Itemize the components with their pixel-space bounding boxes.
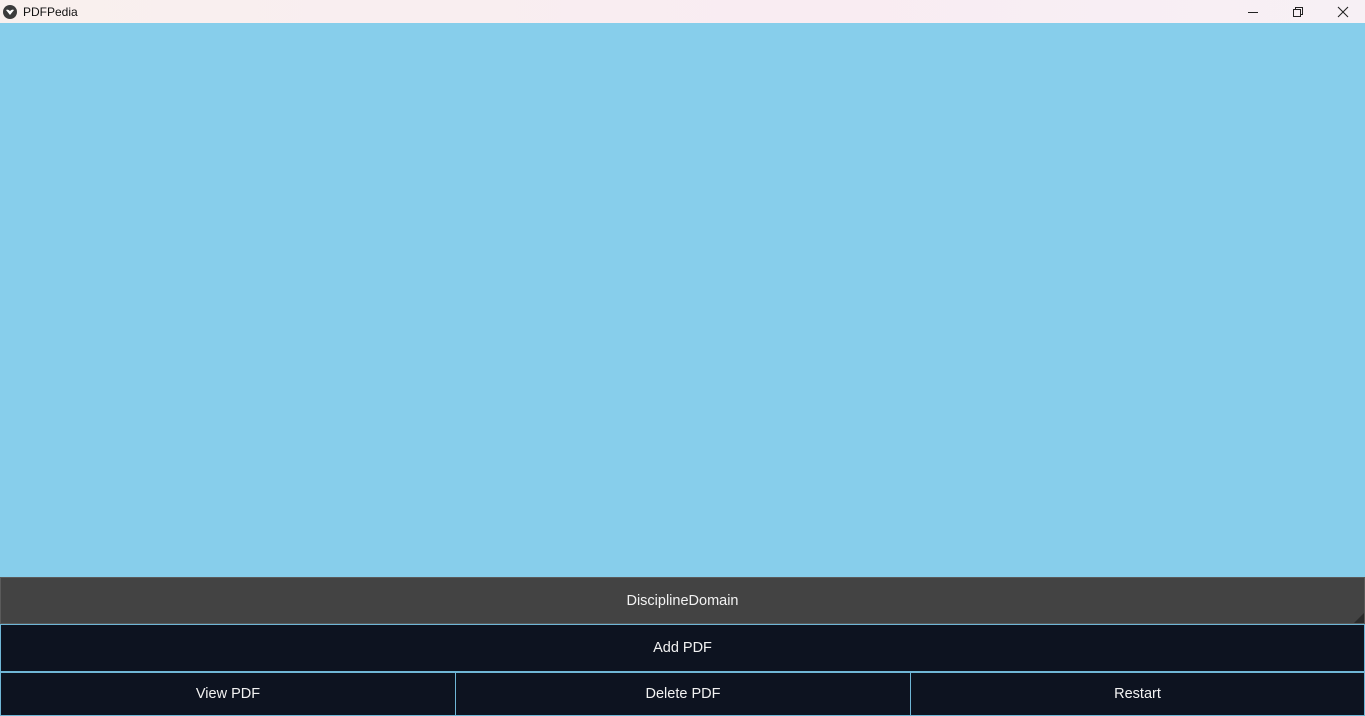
view-pdf-label: View PDF — [195, 686, 261, 702]
title-bar[interactable]: PDFPedia — [0, 0, 1365, 23]
close-button[interactable] — [1320, 0, 1365, 23]
app-logo-icon — [3, 4, 17, 19]
dropdown-selected-value: DisciplineDomain — [626, 592, 739, 609]
discipline-domain-dropdown[interactable]: DisciplineDomain — [0, 577, 1365, 624]
restart-button[interactable]: Restart — [910, 672, 1365, 716]
delete-pdf-button[interactable]: Delete PDF — [455, 672, 911, 716]
close-icon — [1337, 6, 1348, 17]
minimize-button[interactable] — [1230, 0, 1275, 23]
window-controls — [1230, 0, 1365, 23]
delete-pdf-label: Delete PDF — [645, 686, 721, 702]
add-pdf-label: Add PDF — [653, 640, 712, 656]
restore-button[interactable] — [1275, 0, 1320, 23]
restore-icon — [1292, 6, 1303, 17]
dropdown-corner-indicator — [1354, 613, 1364, 623]
add-pdf-button[interactable]: Add PDF — [0, 624, 1365, 672]
minimize-icon — [1247, 11, 1258, 13]
restart-label: Restart — [1114, 686, 1161, 702]
app-window: PDFPedia DisciplineDomain Add PDF View P… — [0, 0, 1365, 716]
content-area — [0, 23, 1365, 577]
window-title: PDFPedia — [23, 4, 78, 19]
view-pdf-button[interactable]: View PDF — [0, 672, 456, 716]
